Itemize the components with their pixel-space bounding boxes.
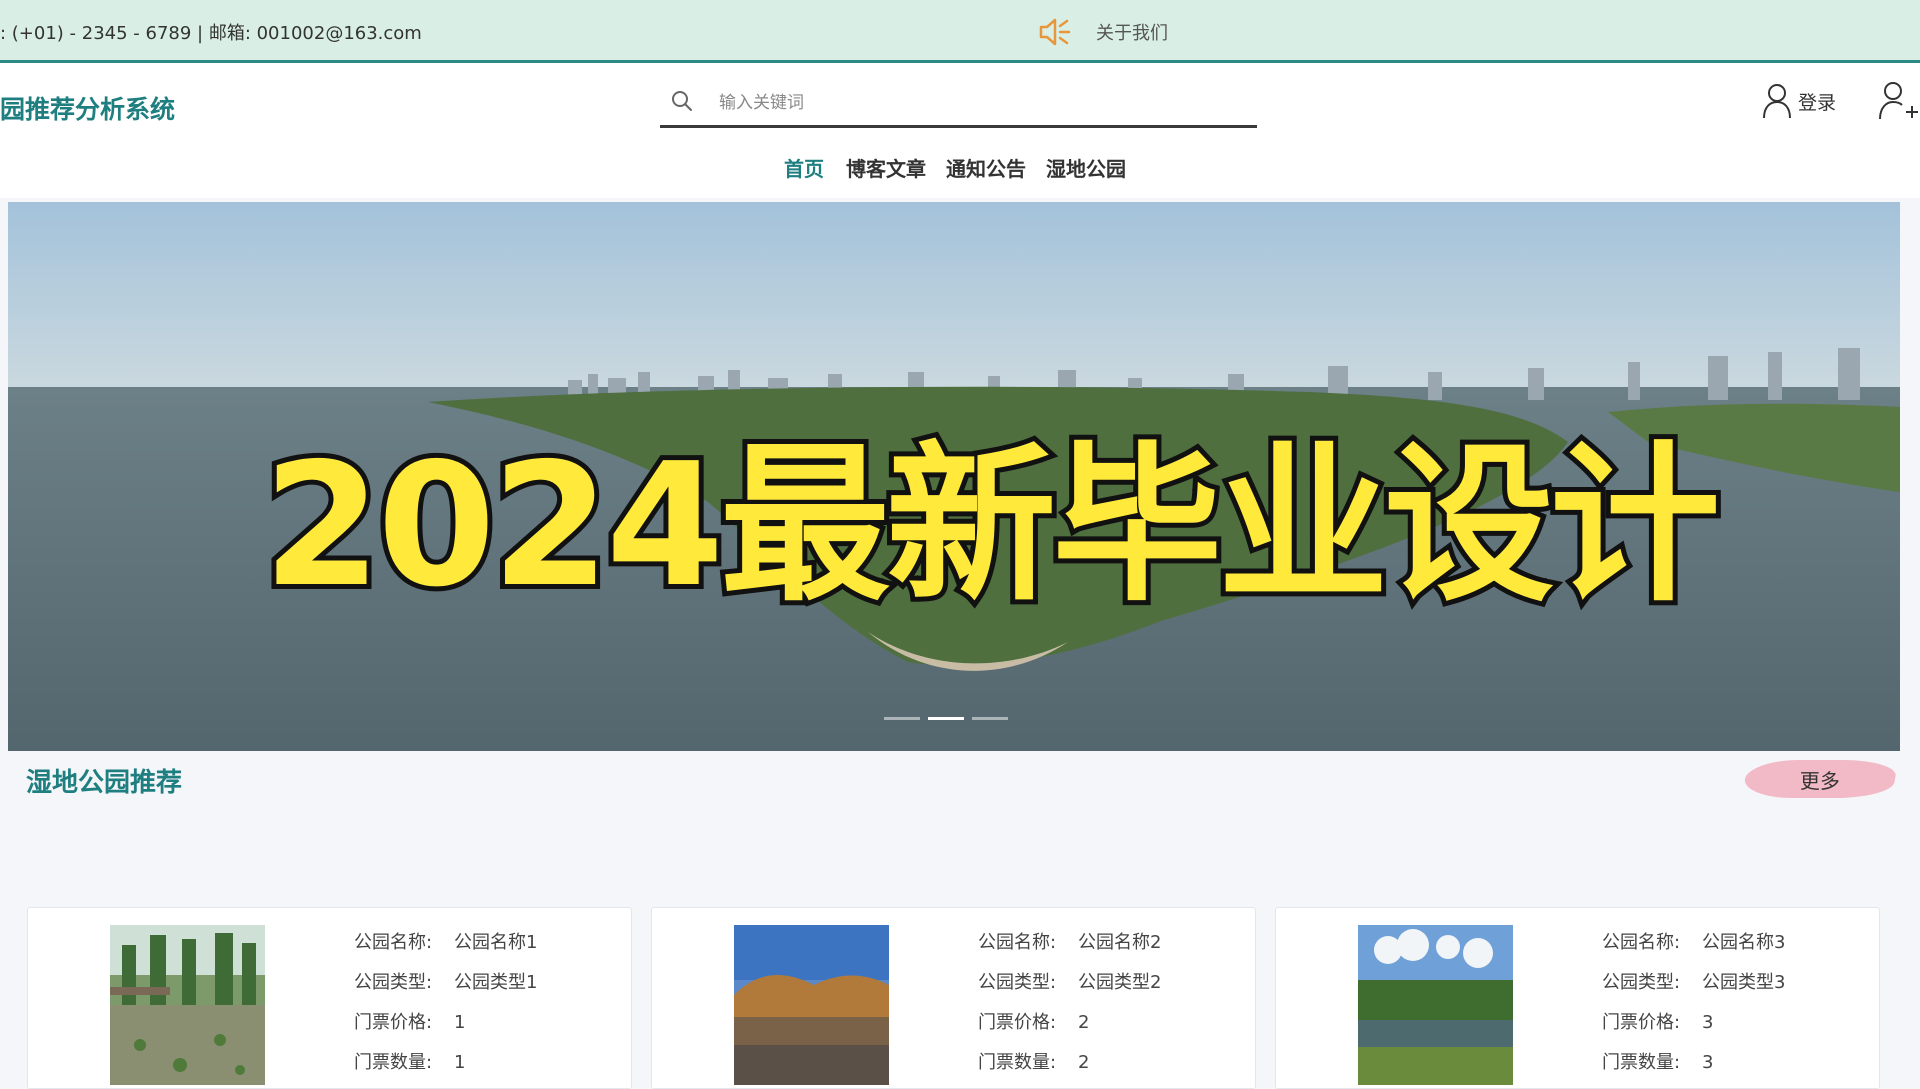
ticket-price: 1 [454, 1012, 466, 1033]
park-type: 公园类型3 [1702, 972, 1786, 993]
ticket-price-row: 门票价格: 3 [1602, 1008, 1785, 1048]
park-info: 公园名称: 公园名称1 公园类型: 公园类型1 门票价格: 1 门票数量: 1 [354, 928, 537, 1088]
park-thumbnail[interactable] [734, 925, 889, 1085]
ticket-price: 3 [1702, 1012, 1714, 1033]
banner-carousel[interactable]: 2024最新毕业设计 [8, 202, 1900, 751]
carousel-indicators [884, 717, 1008, 720]
park-name: 公园名称3 [1702, 932, 1786, 953]
field-label: 公园类型: [354, 972, 433, 993]
park-type-row: 公园类型: 公园类型1 [354, 968, 537, 1008]
login-button[interactable]: 登录 [1762, 81, 1836, 121]
ticket-price-row: 门票价格: 2 [978, 1008, 1161, 1048]
ticket-count: 1 [454, 1052, 466, 1073]
register-button[interactable] [1878, 81, 1920, 121]
contact-info: : (+01) - 2345 - 6789 | 邮箱: 001002@163.c… [0, 23, 422, 44]
park-name: 公园名称2 [1078, 932, 1162, 953]
ticket-count-row: 门票数量: 2 [978, 1048, 1161, 1088]
field-label: 门票数量: [1602, 1052, 1681, 1073]
main-nav: 首页 博客文章 通知公告 湿地公园 [0, 151, 1920, 189]
more-label: 更多 [1800, 768, 1840, 793]
field-label: 门票价格: [1602, 1012, 1681, 1033]
ticket-price: 2 [1078, 1012, 1090, 1033]
field-label: 公园类型: [978, 972, 1057, 993]
field-label: 公园名称: [1602, 932, 1681, 953]
ticket-count: 2 [1078, 1052, 1090, 1073]
about-us-link[interactable]: 关于我们 [1096, 19, 1168, 45]
park-type-row: 公园类型: 公园类型3 [1602, 968, 1785, 1008]
field-label: 门票价格: [978, 1012, 1057, 1033]
field-label: 公园类型: [1602, 972, 1681, 993]
nav-notice[interactable]: 通知公告 [946, 153, 1026, 182]
ticket-count: 3 [1702, 1052, 1714, 1073]
field-label: 公园名称: [978, 932, 1057, 953]
search-icon[interactable] [671, 90, 693, 112]
park-name-row: 公园名称: 公园名称1 [354, 928, 537, 968]
park-thumbnail[interactable] [1358, 925, 1513, 1085]
login-label: 登录 [1798, 91, 1837, 114]
field-label: 门票数量: [354, 1052, 433, 1073]
park-thumbnail[interactable] [110, 925, 265, 1085]
carousel-dot-active[interactable] [928, 717, 964, 720]
park-info: 公园名称: 公园名称3 公园类型: 公园类型3 门票价格: 3 门票数量: 3 [1602, 928, 1785, 1088]
field-label: 门票数量: [978, 1052, 1057, 1073]
nav-wetland-park[interactable]: 湿地公园 [1046, 153, 1126, 182]
park-card[interactable]: 公园名称: 公园名称1 公园类型: 公园类型1 门票价格: 1 门票数量: 1 [27, 907, 632, 1089]
park-info: 公园名称: 公园名称2 公园类型: 公园类型2 门票价格: 2 门票数量: 2 [978, 928, 1161, 1088]
ticket-count-row: 门票数量: 1 [354, 1048, 537, 1088]
park-card[interactable]: 公园名称: 公园名称3 公园类型: 公园类型3 门票价格: 3 门票数量: 3 [1275, 907, 1880, 1089]
carousel-dot[interactable] [972, 717, 1008, 720]
more-button[interactable]: 更多 [1741, 760, 1899, 798]
park-name-row: 公园名称: 公园名称3 [1602, 928, 1785, 968]
search-bar [660, 79, 1257, 128]
nav-home[interactable]: 首页 [784, 153, 824, 182]
speaker-icon [1038, 15, 1072, 49]
park-name-row: 公园名称: 公园名称2 [978, 928, 1161, 968]
search-input[interactable] [717, 87, 1241, 119]
top-bar: : (+01) - 2345 - 6789 | 邮箱: 001002@163.c… [0, 0, 1920, 63]
site-title: 园推荐分析系统 [0, 95, 176, 124]
park-type: 公园类型1 [454, 972, 538, 993]
ticket-count-row: 门票数量: 3 [1602, 1048, 1785, 1088]
section-title: 湿地公园推荐 [26, 768, 183, 798]
banner-headline: 2024最新毕业设计 [258, 422, 1725, 630]
park-type: 公园类型2 [1078, 972, 1162, 993]
user-add-icon [1879, 82, 1918, 120]
field-label: 门票价格: [354, 1012, 433, 1033]
header: 园推荐分析系统 登录 首页 博客文章 通知公告 湿地公园 [0, 63, 1920, 198]
park-card[interactable]: 公园名称: 公园名称2 公园类型: 公园类型2 门票价格: 2 门票数量: 2 [651, 907, 1256, 1089]
nav-blog[interactable]: 博客文章 [846, 153, 926, 182]
park-type-row: 公园类型: 公园类型2 [978, 968, 1161, 1008]
user-icon [1763, 84, 1791, 119]
ticket-price-row: 门票价格: 1 [354, 1008, 537, 1048]
field-label: 公园名称: [354, 932, 433, 953]
park-name: 公园名称1 [454, 932, 538, 953]
carousel-dot[interactable] [884, 717, 920, 720]
